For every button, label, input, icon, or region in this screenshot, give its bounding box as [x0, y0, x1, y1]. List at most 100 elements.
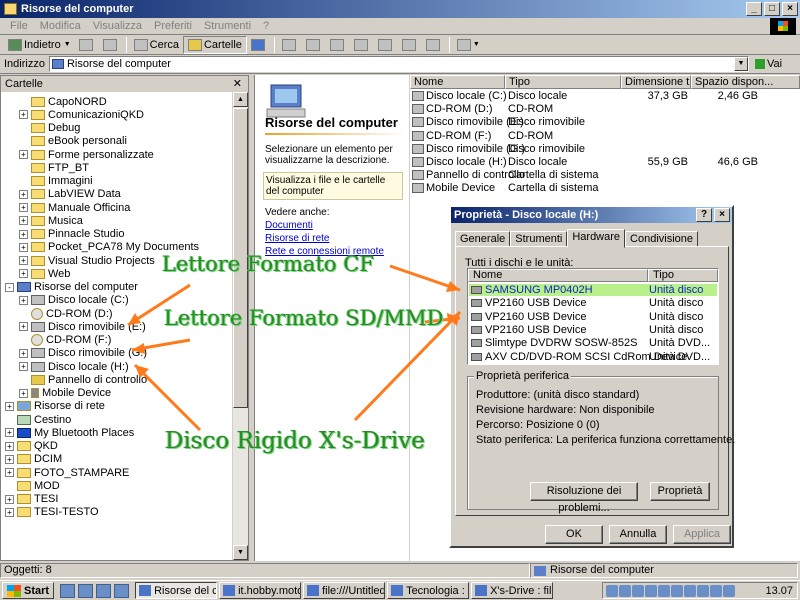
column-size[interactable]: Dimensione t... [621, 75, 691, 89]
device-row[interactable]: AXV CD/DVD-ROM SCSI CdRom Device Unità DV… [469, 351, 717, 363]
device-row[interactable]: SAMSUNG MP0402H Unità disco [469, 284, 717, 296]
menu-help[interactable]: ? [257, 20, 275, 32]
help-button[interactable]: ? [696, 208, 712, 222]
copy-button[interactable] [398, 36, 422, 54]
minimize-button[interactable]: _ [746, 2, 762, 16]
views-button[interactable]: ▼ [453, 36, 484, 54]
task-untitled[interactable]: file:///Untitled ... [303, 582, 386, 599]
forward-button[interactable] [75, 36, 99, 54]
show-desktop-icon[interactable] [60, 583, 76, 598]
tree-item[interactable]: + My Bluetooth Places [5, 426, 134, 439]
bluetooth-icon[interactable] [671, 584, 683, 597]
tree-item[interactable]: CD-ROM (F:) [19, 334, 111, 347]
browser-icon[interactable] [78, 583, 94, 598]
file-row[interactable]: CD-ROM (D:) CD-ROM [410, 103, 800, 116]
dialog-title-bar[interactable]: Proprietà - Disco locale (H:) ? × [451, 207, 732, 223]
start-button[interactable]: Start [2, 582, 55, 599]
task-newsgroup[interactable]: it.hobby.motoc... [219, 582, 302, 599]
tree-item[interactable]: + Disco rimovibile (E:) [19, 320, 146, 333]
move-to-button[interactable] [278, 36, 302, 54]
paste-button[interactable] [422, 36, 446, 54]
file-row[interactable]: CD-ROM (F:) CD-ROM [410, 130, 800, 143]
tree-item[interactable]: + Web [19, 267, 70, 280]
tab-hardware[interactable]: Hardware [567, 229, 626, 248]
expand-icon[interactable]: + [5, 454, 14, 464]
tree-item[interactable]: Debug [19, 122, 80, 135]
menu-modifica[interactable]: Modifica [34, 20, 87, 32]
up-button[interactable] [99, 36, 123, 54]
maximize-button[interactable]: □ [764, 2, 780, 16]
tree-item[interactable]: + TESI-TESTO [5, 506, 99, 519]
device-row[interactable]: Slimtype DVDRW SOSW-852S Unità DVD... [469, 337, 717, 349]
tree-item[interactable]: + DCIM [5, 453, 62, 466]
tray-icon[interactable] [606, 584, 618, 597]
go-button[interactable]: Vai [754, 58, 782, 70]
expand-icon[interactable]: + [5, 494, 14, 504]
tree-item[interactable]: + Disco rimovibile (G:) [19, 347, 147, 360]
tree-item[interactable]: + Disco locale (C:) [19, 294, 129, 307]
search-button[interactable]: Cerca [130, 36, 183, 54]
tree-item[interactable]: + ComunicazioniQKD [19, 108, 144, 121]
tree-item[interactable]: + LabVIEW Data [19, 188, 121, 201]
scroll-up-icon[interactable]: ▲ [233, 92, 248, 107]
expand-icon[interactable]: + [19, 216, 28, 226]
undo-button[interactable] [350, 36, 374, 54]
expand-icon[interactable]: + [19, 348, 28, 358]
collapse-icon[interactable]: - [5, 282, 14, 292]
expand-icon[interactable]: + [19, 110, 28, 120]
expand-icon[interactable]: + [19, 388, 28, 398]
tree-item[interactable]: + Risorse di rete [5, 400, 105, 413]
file-row[interactable]: Pannello di controllo Cartella di sistema [410, 169, 800, 182]
chevron-down-icon[interactable]: ▼ [64, 41, 71, 48]
tree-item[interactable]: + Disco locale (H:) [19, 360, 129, 373]
file-row[interactable]: Disco rimovibile (E:) Disco rimovibile [410, 116, 800, 129]
media-icon[interactable] [114, 583, 130, 598]
tree-item[interactable]: - Risorse del computer [5, 281, 138, 294]
tree-item[interactable]: eBook personali [19, 135, 127, 148]
tab-strumenti[interactable]: Strumenti [510, 231, 568, 247]
link-risorse-di-rete[interactable]: Risorse di rete [265, 233, 329, 244]
file-row[interactable]: Disco locale (C:) Disco locale 37,3 GB 2,46… [410, 90, 800, 103]
tab-generale[interactable]: Generale [455, 231, 511, 247]
tree-item[interactable]: + QKD [5, 440, 58, 453]
cut-button[interactable] [374, 36, 398, 54]
scroll-down-icon[interactable]: ▼ [233, 545, 248, 560]
expand-icon[interactable]: + [19, 203, 28, 212]
file-row[interactable]: Disco rimovibile (G:) Disco rimovibile [410, 143, 800, 156]
tree-item[interactable]: + Musica [19, 214, 83, 227]
device-row[interactable]: VP2160 USB Device Unità disco [469, 324, 717, 336]
tree-item[interactable]: + Forme personalizzate [19, 148, 154, 161]
tray-icon[interactable] [619, 584, 631, 597]
apply-button[interactable]: Applica [673, 525, 731, 544]
expand-icon[interactable]: + [5, 507, 14, 517]
expand-icon[interactable]: + [19, 256, 28, 265]
cancel-button[interactable]: Annulla [609, 525, 667, 544]
tree-item[interactable]: FTP_BT [19, 161, 89, 174]
close-button[interactable]: × [782, 2, 798, 16]
column-free[interactable]: Spazio dispon... [691, 75, 800, 89]
history-button[interactable] [247, 36, 271, 54]
clock[interactable]: 13.07 [765, 585, 797, 597]
chevron-down-icon[interactable]: ▼ [733, 56, 748, 71]
back-button[interactable]: Indietro ▼ [4, 36, 75, 54]
tree-item[interactable]: + Manuale Officina [19, 201, 130, 214]
device-row[interactable]: VP2160 USB Device Unità disco [469, 311, 717, 323]
tree-item[interactable]: CapoNORD [19, 95, 107, 108]
expand-icon[interactable]: + [19, 269, 28, 279]
network-icon[interactable] [697, 584, 709, 597]
tray-icon[interactable] [645, 584, 657, 597]
delete-button[interactable] [326, 36, 350, 54]
column-type[interactable]: Tipo [505, 75, 621, 89]
tree-item[interactable]: Immagini [19, 175, 93, 188]
menu-visualizza[interactable]: Visualizza [87, 20, 148, 32]
file-row[interactable]: Mobile Device Cartella di sistema [410, 182, 800, 195]
expand-icon[interactable]: + [19, 242, 28, 252]
device-list[interactable]: Nome Tipo SAMSUNG MP0402H Unità disco VP21… [467, 268, 719, 365]
expand-icon[interactable]: + [19, 150, 28, 159]
menu-strumenti[interactable]: Strumenti [198, 20, 257, 32]
expand-icon[interactable]: + [19, 295, 28, 305]
tree-item[interactable]: + FOTO_STAMPARE [5, 466, 129, 479]
expand-icon[interactable]: + [19, 362, 28, 371]
device-properties-button[interactable]: Proprietà [650, 482, 710, 501]
expand-icon[interactable]: + [5, 401, 14, 411]
